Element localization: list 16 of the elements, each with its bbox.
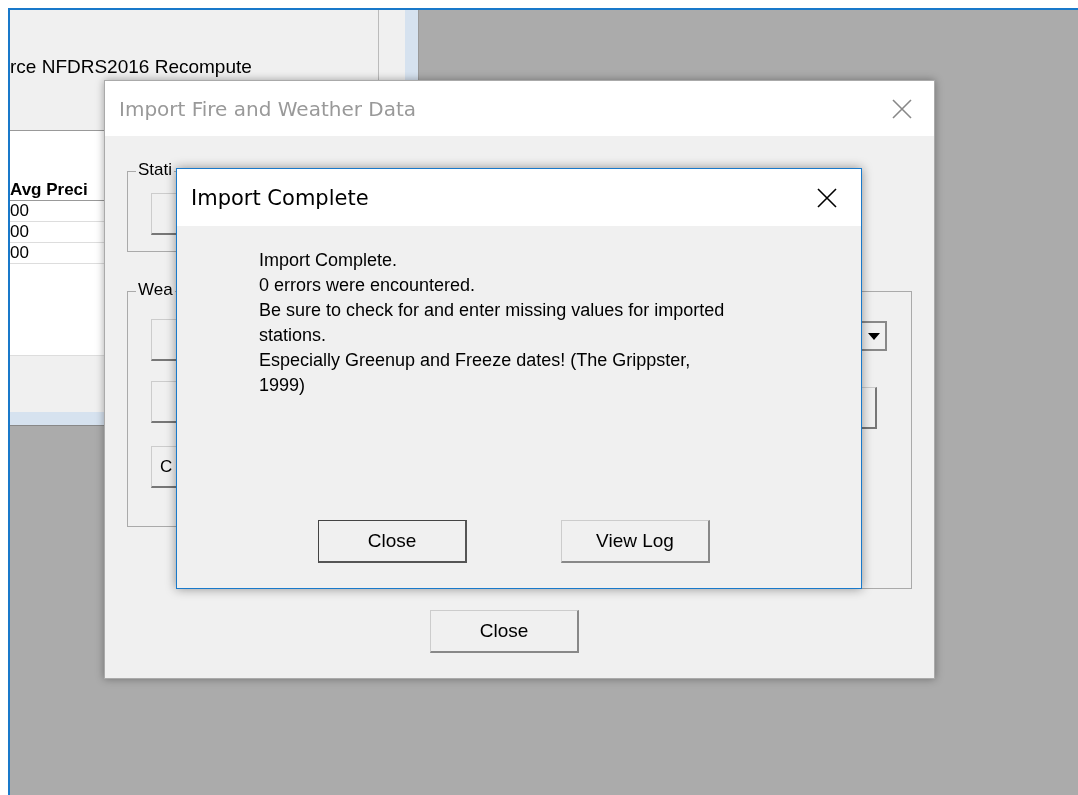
table-cell: 00 [10,201,29,221]
header-text: rce NFDRS2016 Recompute [10,56,252,77]
caret-icon [868,332,880,340]
message-text: Especially Greenup and Freeze dates! (The Grippster, 1999) [259,349,692,397]
table-cell: 00 [10,222,29,242]
message-text: Import Complete. [259,249,399,272]
view-log-button[interactable]: View Log [561,520,710,563]
column-header: Avg Preci [10,179,88,200]
message-text: 0 errors were encountered. [259,274,477,297]
table-cell: 00 [10,243,29,263]
close-button[interactable]: Close [430,610,579,653]
close-button[interactable]: Close [318,520,467,563]
close-icon[interactable] [817,187,837,208]
window-title: Import Fire and Weather Data [119,96,417,121]
message-text: Be sure to check for and enter missing values for imported stations. [259,299,726,347]
window-title: Import Complete [191,185,369,210]
